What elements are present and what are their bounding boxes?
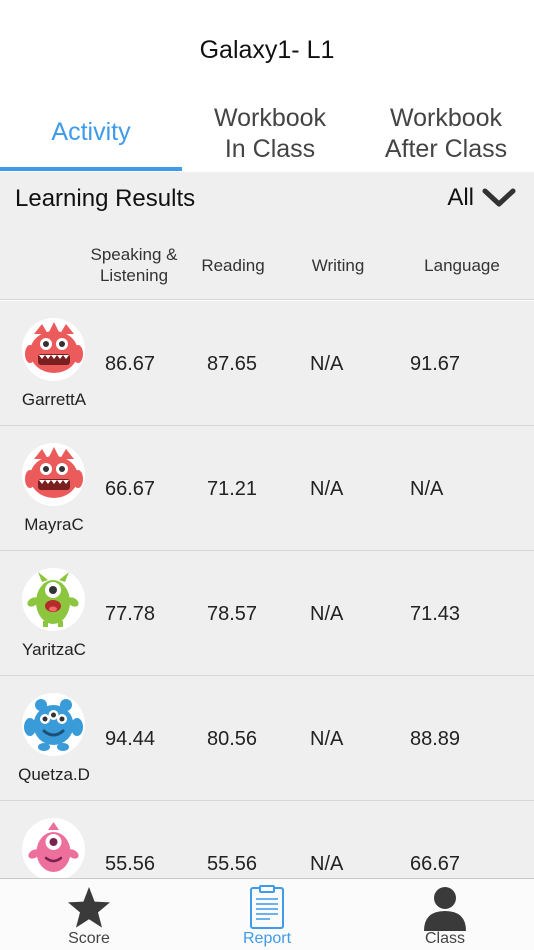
- tabbar-report[interactable]: Report: [178, 879, 356, 950]
- language-score: 66.67: [410, 853, 461, 875]
- writing-score: N/A: [310, 603, 344, 625]
- tab-activity[interactable]: Activity: [0, 100, 182, 172]
- speaking-score: 55.56: [105, 853, 156, 875]
- column-header-text: Speaking &: [90, 245, 178, 264]
- blue-monster-avatar: [22, 693, 85, 756]
- green-monster-avatar: [22, 568, 85, 631]
- tabbar-score[interactable]: Score: [0, 879, 178, 950]
- section-title: Learning Results: [15, 185, 196, 212]
- tabbar-label: Class: [424, 930, 465, 947]
- filter-value: All: [447, 184, 474, 211]
- writing-score: N/A: [310, 478, 344, 500]
- active-tab-indicator: [0, 167, 182, 171]
- language-score: 71.43: [410, 603, 461, 625]
- student-row[interactable]: GarrettA 86.67 87.65 N/A 91.67: [0, 301, 534, 426]
- learning-results-bar: Learning Results All: [0, 172, 534, 228]
- tab-label: In Class: [224, 135, 316, 163]
- red-monster-avatar: [22, 443, 85, 506]
- student-row[interactable]: 55.56 55.56 N/A 66.67: [0, 801, 534, 878]
- column-headers: Speaking & Listening Reading Writing Lan…: [0, 228, 534, 300]
- pink-monster-avatar: [22, 818, 85, 878]
- column-header-language: Language: [424, 256, 500, 275]
- language-score: 91.67: [410, 353, 461, 375]
- student-row[interactable]: Quetza.D 94.44 80.56 N/A 88.89: [0, 676, 534, 801]
- column-header-speaking: Speaking & Listening: [82, 244, 186, 286]
- reading-score: 55.56: [207, 853, 258, 875]
- student-name: Quetza.D: [18, 765, 90, 784]
- writing-score: N/A: [310, 728, 344, 750]
- speaking-score: 66.67: [105, 478, 156, 500]
- speaking-score: 94.44: [105, 728, 156, 750]
- header: Galaxy1- L1: [0, 0, 534, 100]
- student-row[interactable]: MayraC 66.67 71.21 N/A N/A: [0, 426, 534, 551]
- student-name: YaritzaC: [22, 640, 86, 659]
- tab-label: After Class: [384, 135, 508, 163]
- tab-workbook-in-class[interactable]: Workbook In Class: [182, 100, 358, 172]
- student-name: GarrettA: [21, 390, 87, 409]
- report-icon: [250, 885, 284, 929]
- star-icon: [68, 887, 110, 928]
- tabbar-class[interactable]: Class: [356, 879, 534, 950]
- reading-score: 87.65: [207, 353, 258, 375]
- column-header-writing: Writing: [311, 256, 365, 275]
- bottom-tab-bar: Score Report Class: [0, 878, 534, 950]
- column-header-reading: Reading: [201, 256, 265, 275]
- tabbar-label: Score: [68, 930, 110, 947]
- speaking-score: 77.78: [105, 603, 156, 625]
- column-header-text: Listening: [99, 266, 169, 285]
- tab-workbook-after-class[interactable]: Workbook After Class: [358, 100, 534, 172]
- filter-dropdown[interactable]: All: [447, 184, 516, 212]
- reading-score: 80.56: [207, 728, 258, 750]
- student-results-list[interactable]: GarrettA 86.67 87.65 N/A 91.67 MayraC 66…: [0, 301, 534, 878]
- segment-tabs: Activity Workbook In Class Workbook Afte…: [0, 100, 534, 172]
- student-row[interactable]: YaritzaC 77.78 78.57 N/A 71.43: [0, 551, 534, 676]
- language-score: N/A: [410, 478, 444, 500]
- tab-label: Workbook: [389, 104, 503, 132]
- tab-label: Activity: [51, 118, 131, 146]
- tabbar-label: Report: [242, 930, 292, 947]
- tab-label: Workbook: [213, 104, 327, 132]
- red-monster-avatar: [22, 318, 85, 381]
- page-title: Galaxy1- L1: [199, 36, 335, 64]
- speaking-score: 86.67: [105, 353, 156, 375]
- reading-score: 78.57: [207, 603, 258, 625]
- language-score: 88.89: [410, 728, 461, 750]
- person-icon: [424, 887, 466, 931]
- reading-score: 71.21: [207, 478, 258, 500]
- student-name: MayraC: [24, 515, 84, 534]
- chevron-down-icon: [482, 188, 516, 207]
- writing-score: N/A: [310, 853, 344, 875]
- writing-score: N/A: [310, 353, 344, 375]
